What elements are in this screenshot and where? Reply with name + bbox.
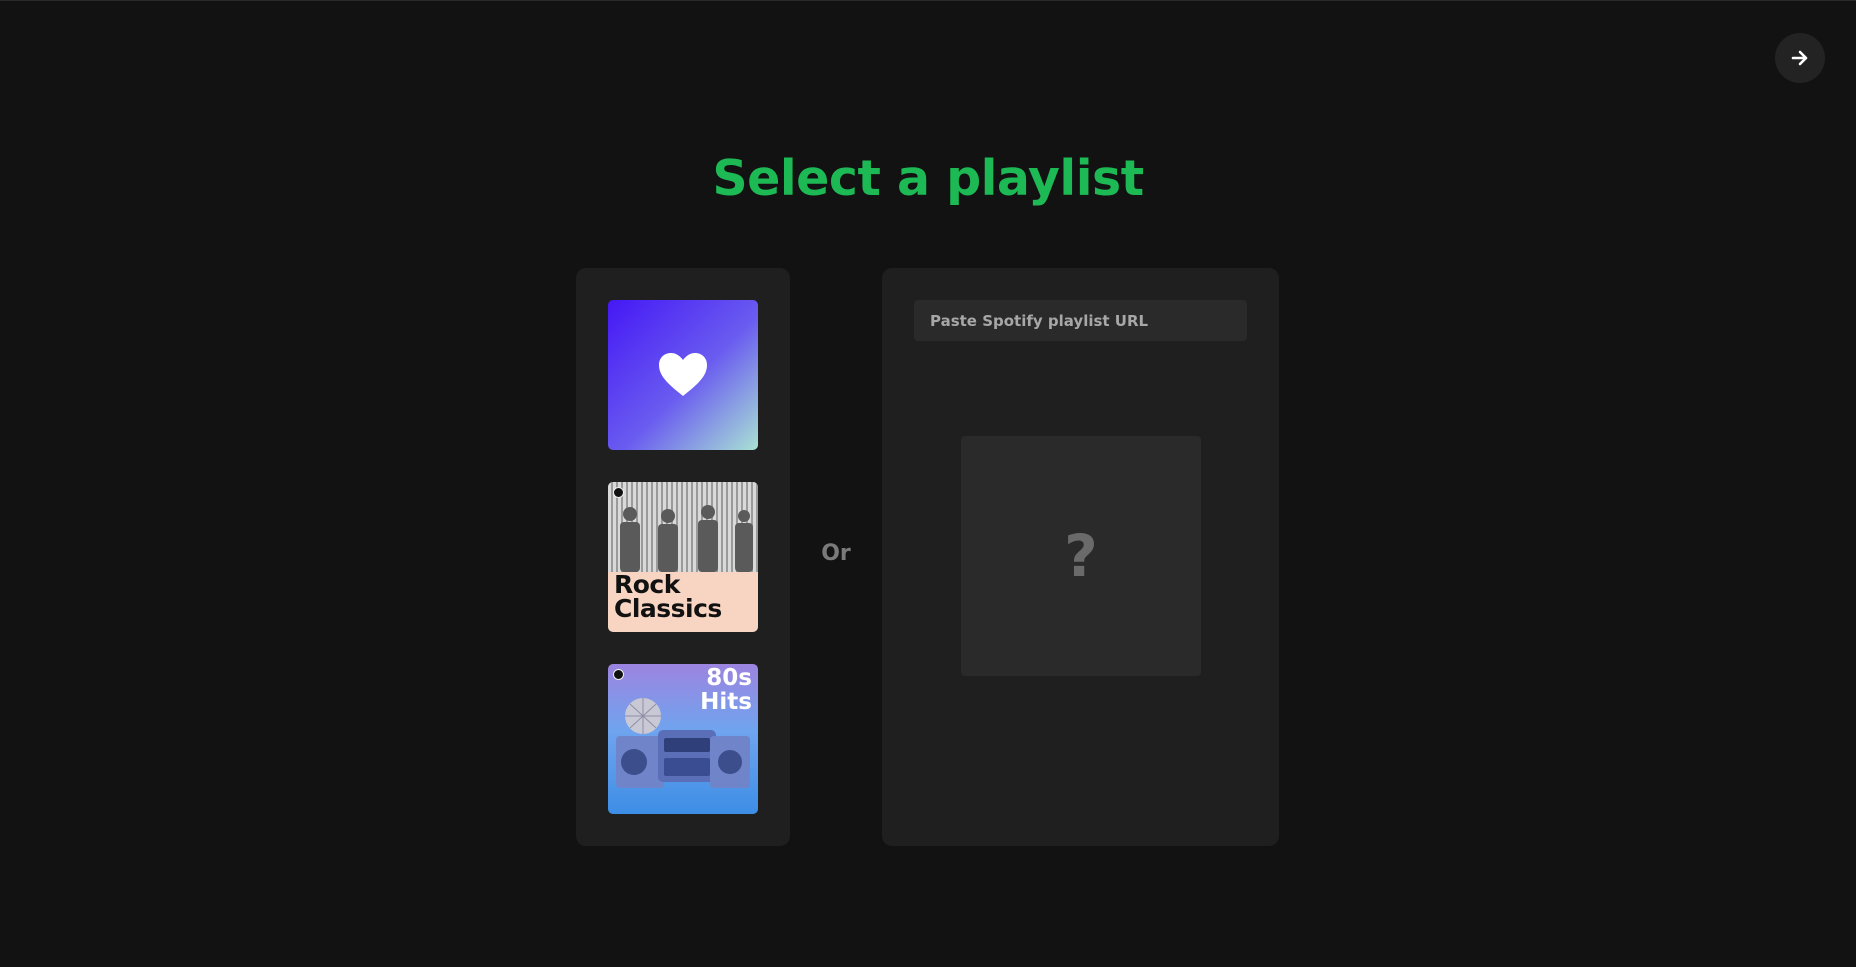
- or-divider-label: Or: [821, 541, 851, 566]
- url-input-panel: ?: [882, 268, 1279, 846]
- page-title: Select a playlist: [712, 150, 1144, 207]
- next-button[interactable]: [1775, 33, 1825, 83]
- playlist-tile-80s-hits[interactable]: 80s Hits: [608, 664, 758, 814]
- playlist-preview-placeholder: ?: [961, 436, 1201, 676]
- question-mark-icon: ?: [1064, 522, 1098, 590]
- playlist-tile-rock-classics[interactable]: Rock Classics: [608, 482, 758, 632]
- rock-classics-cover-photo: [608, 482, 758, 572]
- playlist-url-input[interactable]: [914, 300, 1247, 341]
- 80s-hits-cover-title: 80s Hits: [700, 665, 752, 715]
- playlist-tile-liked-songs[interactable]: [608, 300, 758, 450]
- rock-classics-cover-title: Rock Classics: [614, 570, 722, 623]
- playlist-list-panel: Rock Classics 80s Hits: [576, 268, 790, 846]
- playlist-select-page: Select a playlist Rock Classics 80s Hits…: [0, 0, 1856, 967]
- spotify-badge-icon: [613, 487, 624, 498]
- band-silhouettes-image: [620, 505, 753, 572]
- heart-icon: [659, 353, 707, 396]
- arrow-right-icon: [1791, 50, 1808, 66]
